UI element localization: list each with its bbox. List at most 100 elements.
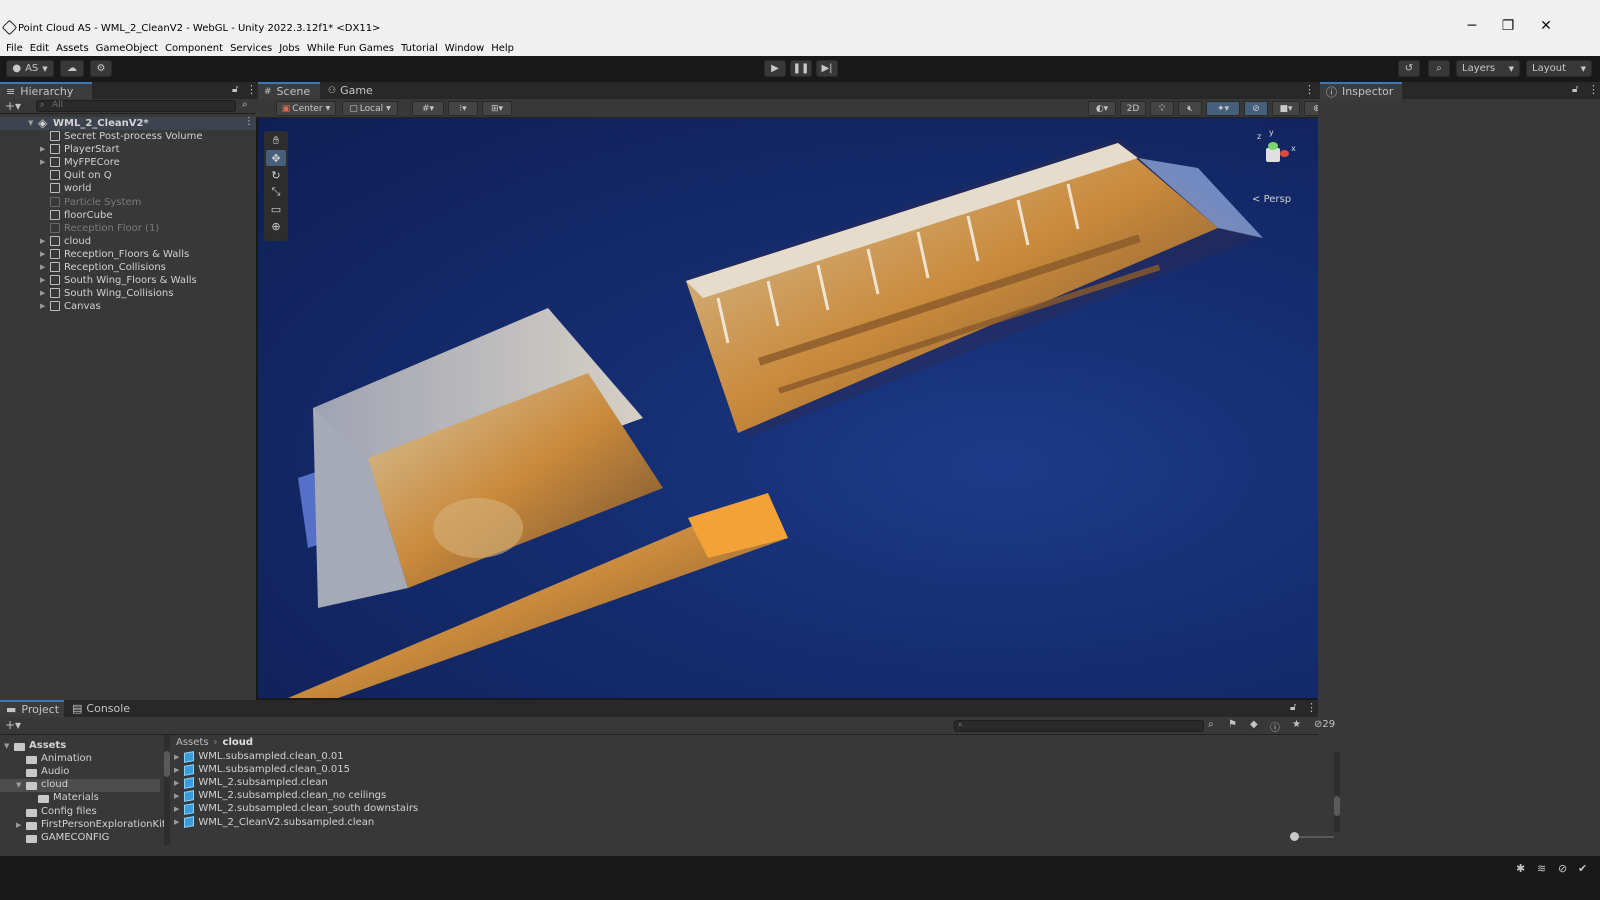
pivot-space-dropdown[interactable]: ▢ Local ▼	[342, 101, 398, 116]
scene-menu-icon[interactable]: ⋮	[244, 116, 254, 127]
icon-size-slider[interactable]	[1290, 832, 1334, 841]
label-icon[interactable]: ◆	[1250, 719, 1258, 730]
stack-icon[interactable]: ≋	[1537, 862, 1546, 875]
history-button[interactable]: ↺	[1398, 60, 1420, 77]
asset-scrollbar-thumb[interactable]	[1334, 796, 1340, 816]
scale-tool-button[interactable]: ⤡	[266, 184, 286, 200]
progress-icon[interactable]: ⊘	[1558, 862, 1567, 875]
cloud-button[interactable]: ☁	[60, 60, 84, 77]
effects-toggle[interactable]: ✦▾	[1206, 101, 1240, 116]
tree-scrollbar-thumb[interactable]	[164, 751, 170, 777]
draw-mode-dropdown[interactable]: ◐▾	[1088, 101, 1116, 116]
layers-dropdown[interactable]: Layers ▼	[1456, 60, 1520, 77]
expand-arrow-icon[interactable]: ▶	[174, 818, 179, 826]
collab-button[interactable]: ⚙	[90, 60, 112, 77]
asset-list-item[interactable]: ▶ WML_2.subsampled.clean_south downstairs	[174, 802, 418, 815]
search-by-type-icon[interactable]: ⌕	[1208, 719, 1214, 730]
tree-scrollbar[interactable]	[164, 735, 170, 845]
icon-size-slider-handle[interactable]	[1290, 832, 1299, 841]
tab-scene[interactable]: # Scene	[258, 82, 320, 99]
menu-assets[interactable]: Assets	[56, 43, 89, 54]
asset-list-item[interactable]: ▶ WML_2.subsampled.clean_no ceilings	[174, 789, 386, 802]
asset-list-item[interactable]: ▶ WML.subsampled.clean_0.01	[174, 750, 344, 763]
more-icon[interactable]: ⋮	[1306, 701, 1317, 714]
audio-toggle[interactable]: 🔇︎	[1178, 101, 1202, 116]
project-tree-item[interactable]: Animation	[0, 753, 160, 766]
expand-arrow-icon[interactable]: ▶	[174, 792, 179, 800]
tab-console[interactable]: ▤ Console	[66, 700, 136, 717]
expand-arrow-icon[interactable]: ▶	[174, 805, 179, 813]
expand-arrow-icon[interactable]: ▶	[174, 766, 179, 774]
project-tree-item[interactable]: Audio	[0, 766, 160, 779]
expand-arrow-icon[interactable]: ▶	[40, 289, 45, 297]
increment-snap-button[interactable]: ⁝▾	[448, 101, 478, 116]
transform-tool-button[interactable]: ⊕	[266, 218, 286, 234]
expand-arrow-icon[interactable]: ▶	[40, 263, 45, 271]
hierarchy-item[interactable]: ▶ PlayerStart	[0, 143, 256, 156]
project-search-input[interactable]: ⌕	[954, 720, 1204, 732]
tab-project[interactable]: ▬ Project	[0, 700, 64, 717]
asset-scrollbar[interactable]	[1334, 752, 1340, 832]
layout-dropdown[interactable]: Layout ▼	[1526, 60, 1592, 77]
grid-snap-button[interactable]: #▾	[412, 101, 444, 116]
expand-arrow-icon[interactable]: ▶	[40, 145, 45, 153]
rect-tool-button[interactable]: ▭	[266, 201, 286, 217]
expand-arrow-icon[interactable]: ▼	[4, 742, 9, 750]
scene-viewport[interactable]: y z x < Persp	[258, 118, 1318, 698]
lighting-toggle[interactable]: 💡︎	[1150, 101, 1174, 116]
camera-dropdown[interactable]: ■▾	[1272, 101, 1300, 116]
hierarchy-item[interactable]: ▶ South Wing_Collisions	[0, 287, 256, 300]
menu-services[interactable]: Services	[230, 43, 272, 54]
expand-arrow-icon[interactable]: ▶	[40, 250, 45, 258]
menu-edit[interactable]: Edit	[30, 43, 49, 54]
hierarchy-item[interactable]: ▶ South Wing_Floors & Walls	[0, 274, 256, 287]
project-tree-item[interactable]: GAMECONFIG	[0, 832, 160, 845]
expand-arrow-icon[interactable]: ▶	[174, 753, 179, 761]
hand-tool-button[interactable]: ✋︎	[266, 133, 286, 149]
toggle-2d-button[interactable]: 2D	[1120, 101, 1146, 116]
hidden-packages-toggle[interactable]: ⊘29	[1314, 719, 1335, 730]
project-tree-item[interactable]: ▼ cloud	[0, 779, 160, 793]
restore-button[interactable]: ❐	[1498, 18, 1518, 34]
hierarchy-item[interactable]: Secret Post-process Volume	[0, 130, 256, 143]
hierarchy-item[interactable]: Particle System	[0, 196, 256, 209]
tab-hierarchy[interactable]: ≡ Hierarchy	[0, 82, 92, 99]
breadcrumb-assets[interactable]: Assets	[176, 737, 209, 748]
expand-arrow-icon[interactable]: ▼	[28, 119, 33, 127]
hierarchy-item[interactable]: ▶ Reception_Floors & Walls	[0, 248, 256, 261]
hierarchy-item[interactable]: ▶ cloud	[0, 235, 256, 248]
scene-root-row[interactable]: ▼ ◈ WML_2_CleanV2* ⋮	[0, 116, 256, 130]
project-tree-item[interactable]: ▼ Assets	[0, 740, 160, 753]
filter-icon[interactable]: ⚑	[1228, 719, 1237, 730]
breadcrumb-cloud[interactable]: cloud	[223, 737, 254, 748]
menu-component[interactable]: Component	[165, 43, 223, 54]
project-tree-item[interactable]: Config files	[0, 806, 160, 819]
menu-jobs[interactable]: Jobs	[279, 43, 300, 54]
expand-arrow-icon[interactable]: ▶	[40, 158, 45, 166]
scene-more-icon[interactable]: ⋮	[1304, 83, 1315, 96]
expand-arrow-icon[interactable]: ▶	[40, 276, 45, 284]
pivot-mode-dropdown[interactable]: ▣ Center ▼	[276, 101, 336, 116]
close-button[interactable]: ✕	[1536, 18, 1556, 34]
search-button[interactable]: ⌕	[1428, 60, 1450, 77]
debug-icon[interactable]: ✱	[1516, 862, 1525, 875]
menu-gameobject[interactable]: GameObject	[96, 43, 158, 54]
check-icon[interactable]: ✔	[1578, 862, 1587, 875]
expand-arrow-icon[interactable]: ▶	[40, 237, 45, 245]
move-tool-button[interactable]: ✥	[266, 150, 286, 166]
menu-window[interactable]: Window	[445, 43, 484, 54]
asset-list-item[interactable]: ▶ WML_2.subsampled.clean	[174, 776, 328, 789]
scene-visibility-toggle[interactable]: ⊘	[1244, 101, 1268, 116]
orientation-gizmo[interactable]: y z x	[1248, 128, 1298, 190]
tab-inspector[interactable]: ⓘ Inspector	[1320, 82, 1402, 99]
lock-icon[interactable]: 🔓︎	[1572, 84, 1578, 95]
project-tree-item[interactable]: Materials	[0, 792, 160, 805]
expand-arrow-icon[interactable]: ▶	[174, 779, 179, 787]
perspective-toggle[interactable]: < Persp	[1252, 194, 1291, 205]
minimize-button[interactable]: ─	[1462, 18, 1482, 34]
create-icon[interactable]: +▾	[5, 718, 21, 732]
menu-help[interactable]: Help	[491, 43, 514, 54]
expand-arrow-icon[interactable]: ▶	[40, 302, 45, 310]
asset-list-item[interactable]: ▶ WML_2_CleanV2.subsampled.clean	[174, 816, 374, 829]
hierarchy-item[interactable]: Reception Floor (1)	[0, 222, 256, 235]
